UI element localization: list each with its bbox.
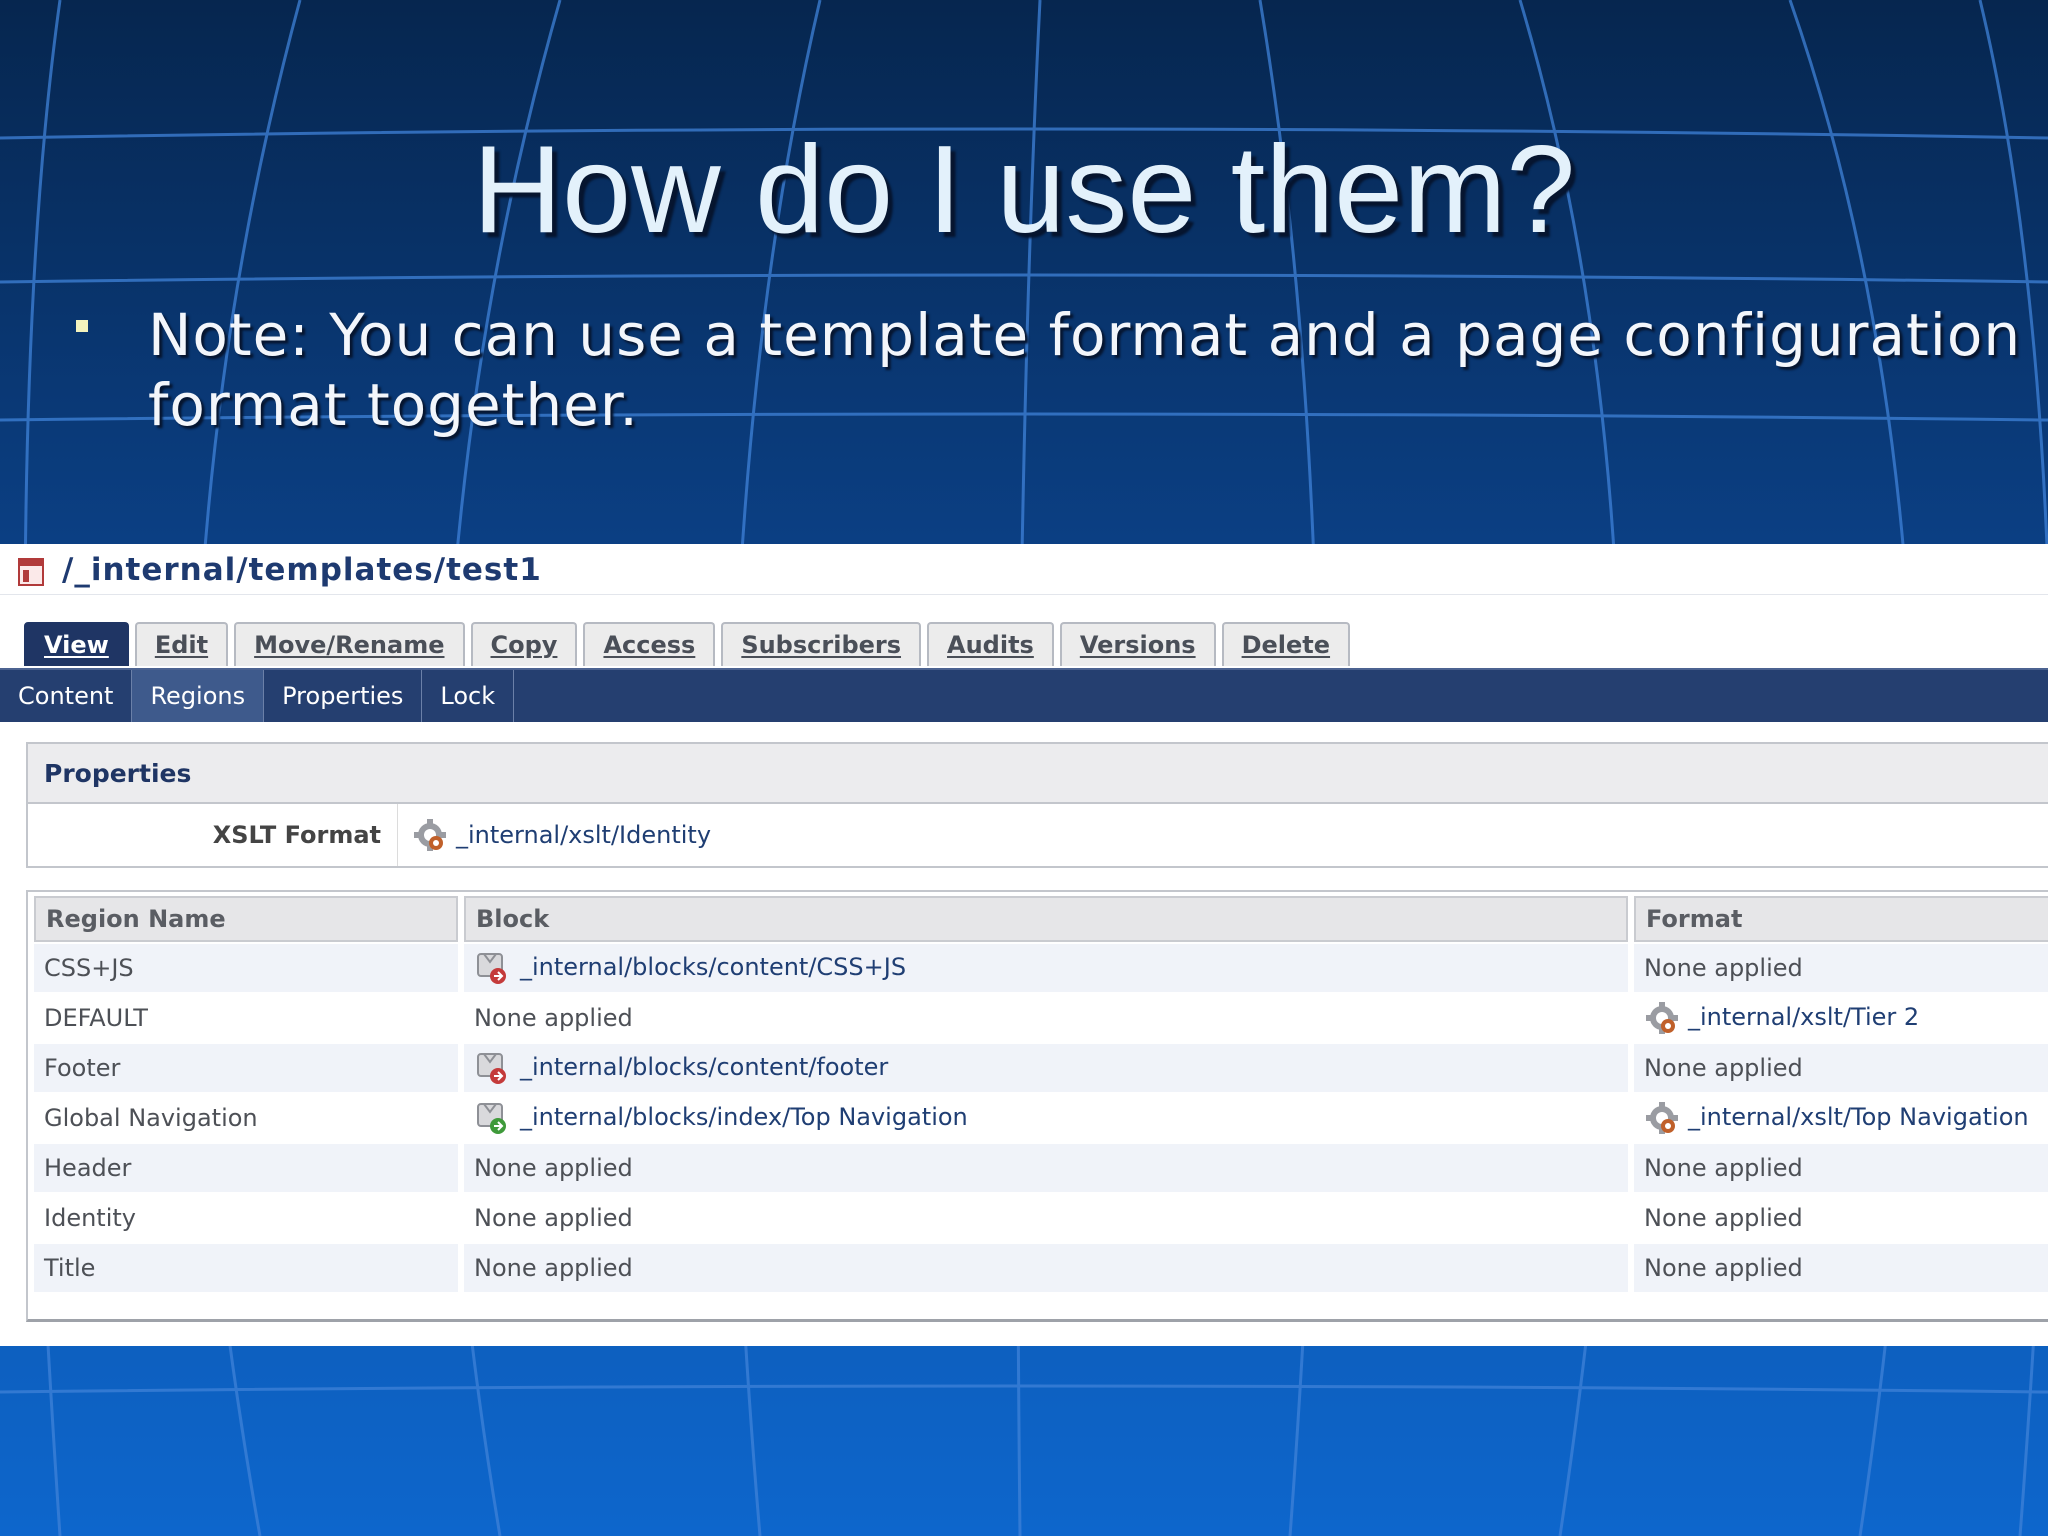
- format-link[interactable]: _internal/xslt/Tier 2: [1688, 1003, 1919, 1031]
- region-name-cell: Footer: [34, 1044, 458, 1092]
- xslt-format-label: XSLT Format: [28, 804, 398, 866]
- subnav-properties[interactable]: Properties: [264, 670, 423, 722]
- table-row: CSS+JS _internal/blocks/content/CSS+JS N…: [34, 944, 2048, 992]
- regions-table-box: Region Name Block Format CSS+JS _interna…: [26, 890, 2048, 1322]
- col-region-name: Region Name: [34, 896, 458, 942]
- tab-edit[interactable]: Edit: [134, 622, 229, 666]
- region-name-cell: Identity: [44, 1204, 136, 1232]
- block-cell: None applied: [474, 1004, 633, 1032]
- format-cell[interactable]: _internal/xslt/Tier 2: [1634, 994, 2048, 1042]
- action-tabs: View Edit Move/Rename Copy Access Subscr…: [24, 622, 1356, 668]
- format-gear-icon: [414, 819, 446, 851]
- region-name-cell: DEFAULT: [44, 1004, 148, 1032]
- slide-note: Note: You can use a template format and …: [148, 301, 2022, 439]
- region-name-cell: Global Navigation: [44, 1104, 258, 1132]
- format-cell: None applied: [1644, 1204, 1803, 1232]
- tab-copy[interactable]: Copy: [470, 622, 578, 666]
- block-cell[interactable]: _internal/blocks/content/footer: [464, 1044, 1628, 1092]
- tab-versions[interactable]: Versions: [1059, 622, 1216, 666]
- block-cell: None applied: [464, 1244, 1628, 1292]
- format-link[interactable]: _internal/xslt/Top Navigation: [1688, 1103, 2029, 1131]
- cms-screenshot-panel: /_internal/templates/test1 View Edit Mov…: [0, 544, 2048, 1346]
- block-cell: None applied: [464, 1144, 1628, 1192]
- template-page-icon: [18, 558, 44, 586]
- block-link[interactable]: _internal/blocks/content/footer: [520, 1053, 888, 1081]
- table-row: Title None applied None applied: [34, 1244, 2048, 1292]
- format-cell: None applied: [1634, 1244, 2048, 1292]
- table-row: Header None applied None applied: [34, 1144, 2048, 1192]
- table-row: Global Navigation _internal/blocks/index…: [34, 1094, 2048, 1142]
- format-cell: None applied: [1634, 1044, 2048, 1092]
- block-cell: None applied: [474, 1204, 633, 1232]
- region-name-cell: Header: [34, 1144, 458, 1192]
- col-block: Block: [464, 896, 1628, 942]
- subnav-content[interactable]: Content: [0, 670, 133, 722]
- block-green-icon: [477, 1103, 506, 1134]
- tab-audits[interactable]: Audits: [927, 622, 1054, 666]
- view-subnav: Content Regions Properties Lock: [0, 668, 2048, 722]
- tab-view[interactable]: View: [24, 622, 129, 666]
- format-cell: None applied: [1634, 944, 2048, 992]
- table-row: Identity None applied None applied: [34, 1194, 2048, 1242]
- asset-path-bar: /_internal/templates/test1: [0, 544, 2048, 595]
- bullet-marker: [76, 320, 88, 332]
- format-cell: None applied: [1634, 1144, 2048, 1192]
- block-cell[interactable]: _internal/blocks/index/Top Navigation: [464, 1094, 1628, 1142]
- block-red-icon: [477, 1053, 506, 1084]
- tab-access[interactable]: Access: [583, 622, 716, 666]
- table-row: DEFAULT None applied _internal/xslt/Tier…: [34, 994, 2048, 1042]
- slide-title: How do I use them?: [472, 121, 1576, 259]
- table-row: Footer _internal/blocks/content/footer N…: [34, 1044, 2048, 1092]
- subnav-lock[interactable]: Lock: [422, 670, 515, 722]
- block-cell[interactable]: _internal/blocks/content/CSS+JS: [464, 944, 1628, 992]
- tab-move-rename[interactable]: Move/Rename: [234, 622, 465, 666]
- tab-delete[interactable]: Delete: [1221, 622, 1351, 666]
- col-format: Format: [1634, 896, 2048, 942]
- block-link[interactable]: _internal/blocks/content/CSS+JS: [520, 953, 906, 981]
- format-gear-icon: [1646, 1002, 1678, 1034]
- regions-table: Region Name Block Format CSS+JS _interna…: [28, 894, 2048, 1294]
- xslt-format-value[interactable]: _internal/xslt/Identity: [412, 804, 711, 866]
- block-link[interactable]: _internal/blocks/index/Top Navigation: [520, 1103, 968, 1131]
- region-name-cell: Title: [34, 1244, 458, 1292]
- xslt-format-row: XSLT Format _internal/xslt/Identity: [28, 804, 2048, 866]
- block-red-icon: [477, 953, 506, 984]
- region-name-cell: CSS+JS: [34, 944, 458, 992]
- tab-subscribers[interactable]: Subscribers: [721, 622, 922, 666]
- asset-path: /_internal/templates/test1: [62, 552, 542, 588]
- xslt-format-link[interactable]: _internal/xslt/Identity: [456, 821, 711, 849]
- format-gear-icon: [1646, 1102, 1678, 1134]
- properties-box: Properties XSLT Format _internal/xslt/Id…: [26, 742, 2048, 868]
- properties-heading: Properties: [28, 744, 2048, 804]
- format-cell[interactable]: _internal/xslt/Top Navigation: [1634, 1094, 2048, 1142]
- subnav-regions[interactable]: Regions: [132, 670, 265, 722]
- regions-header-row: Region Name Block Format: [34, 896, 2048, 942]
